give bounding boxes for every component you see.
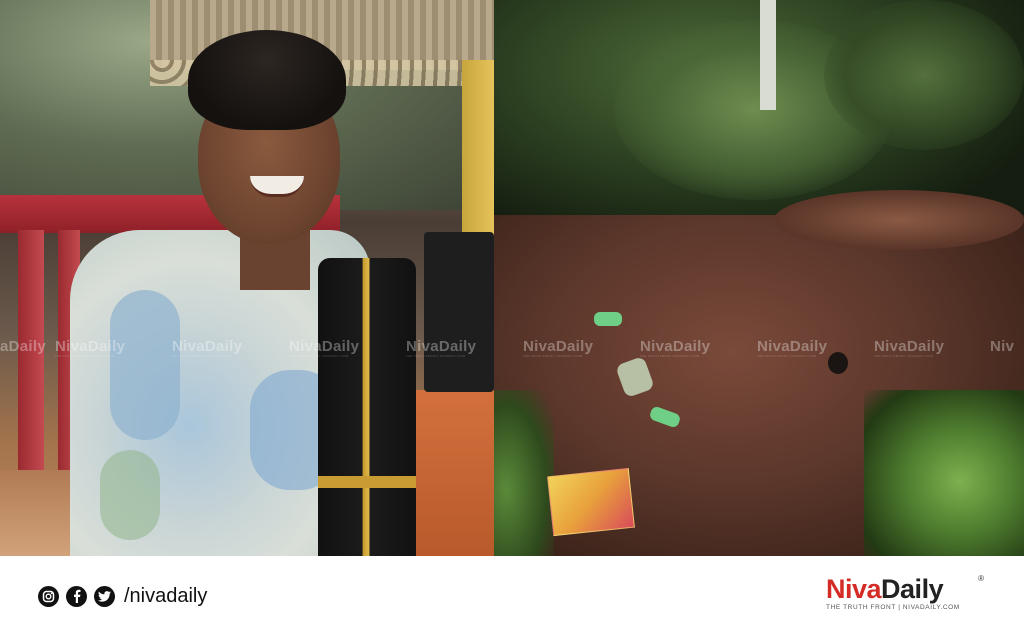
- facebook-icon[interactable]: [66, 585, 87, 607]
- portrait-photo: [0, 0, 494, 556]
- social-links: /nivadaily: [38, 584, 207, 608]
- logo-tagline: THE TRUTH FRONT | NIVADAILY.COM: [826, 604, 960, 611]
- logo-wordmark: NivaDaily: [826, 574, 944, 604]
- social-handle[interactable]: /nivadaily: [124, 585, 207, 608]
- twitter-icon[interactable]: [94, 585, 115, 607]
- registered-mark: ®: [978, 574, 984, 583]
- footer-bar: /nivadaily NivaDaily ® THE TRUTH FRONT |…: [0, 556, 1024, 633]
- young-man-figure: [70, 30, 430, 556]
- photo-collage: aDaily NivaDaily THE TRUTH FRONT | NIVADA…: [0, 0, 1024, 556]
- night-scene-photo: [494, 0, 1024, 556]
- instagram-icon[interactable]: [38, 585, 59, 607]
- nivadaily-logo[interactable]: NivaDaily ® THE TRUTH FRONT | NIVADAILY.…: [826, 574, 986, 620]
- discarded-packet: [547, 467, 635, 537]
